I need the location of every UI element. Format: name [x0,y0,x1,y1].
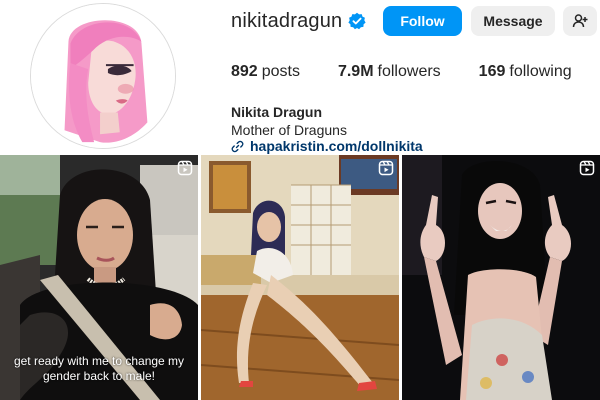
followers-count: 7.9M [337,63,374,80]
followers-stat[interactable]: 7.9M followers [338,63,441,81]
add-user-icon [572,13,588,29]
profile-bio: Mother of Draguns [231,122,347,138]
avatar-illustration [31,4,175,148]
following-label: following [509,63,572,80]
posts-stat: 892 posts [231,63,300,81]
followers-label: followers [377,63,441,80]
reel-icon [177,160,193,176]
post-tile-3[interactable] [402,155,600,400]
reel-icon [579,160,595,176]
following-count: 169 [478,63,506,80]
profile-avatar[interactable] [30,3,176,149]
following-stat[interactable]: 169 following [479,63,572,81]
link-icon [231,140,250,153]
post-2-image [201,155,399,400]
profile-link-text: hapakristin.com/dollnikita [250,138,423,154]
post-tile-1[interactable]: get ready with me to change my gender ba… [0,155,198,400]
follow-button[interactable]: Follow [383,6,462,36]
profile-full-name: Nikita Dragun [231,104,323,120]
posts-grid: get ready with me to change my gender ba… [0,155,600,400]
verified-badge-icon [348,12,366,30]
posts-count: 892 [231,63,258,80]
post-3-image [402,155,600,400]
post-1-caption: get ready with me to change my gender ba… [13,354,185,383]
profile-header: nikitadragun [231,6,366,36]
message-button[interactable]: Message [471,6,555,36]
posts-label: posts [261,63,300,80]
profile-link[interactable]: hapakristin.com/dollnikita [231,138,423,154]
reel-icon [378,160,394,176]
profile-username: nikitadragun [231,9,343,32]
profile-stats: 892 posts 7.9M followers 169 following [231,63,600,81]
suggested-users-button[interactable] [563,6,597,36]
post-tile-2[interactable] [201,155,399,400]
